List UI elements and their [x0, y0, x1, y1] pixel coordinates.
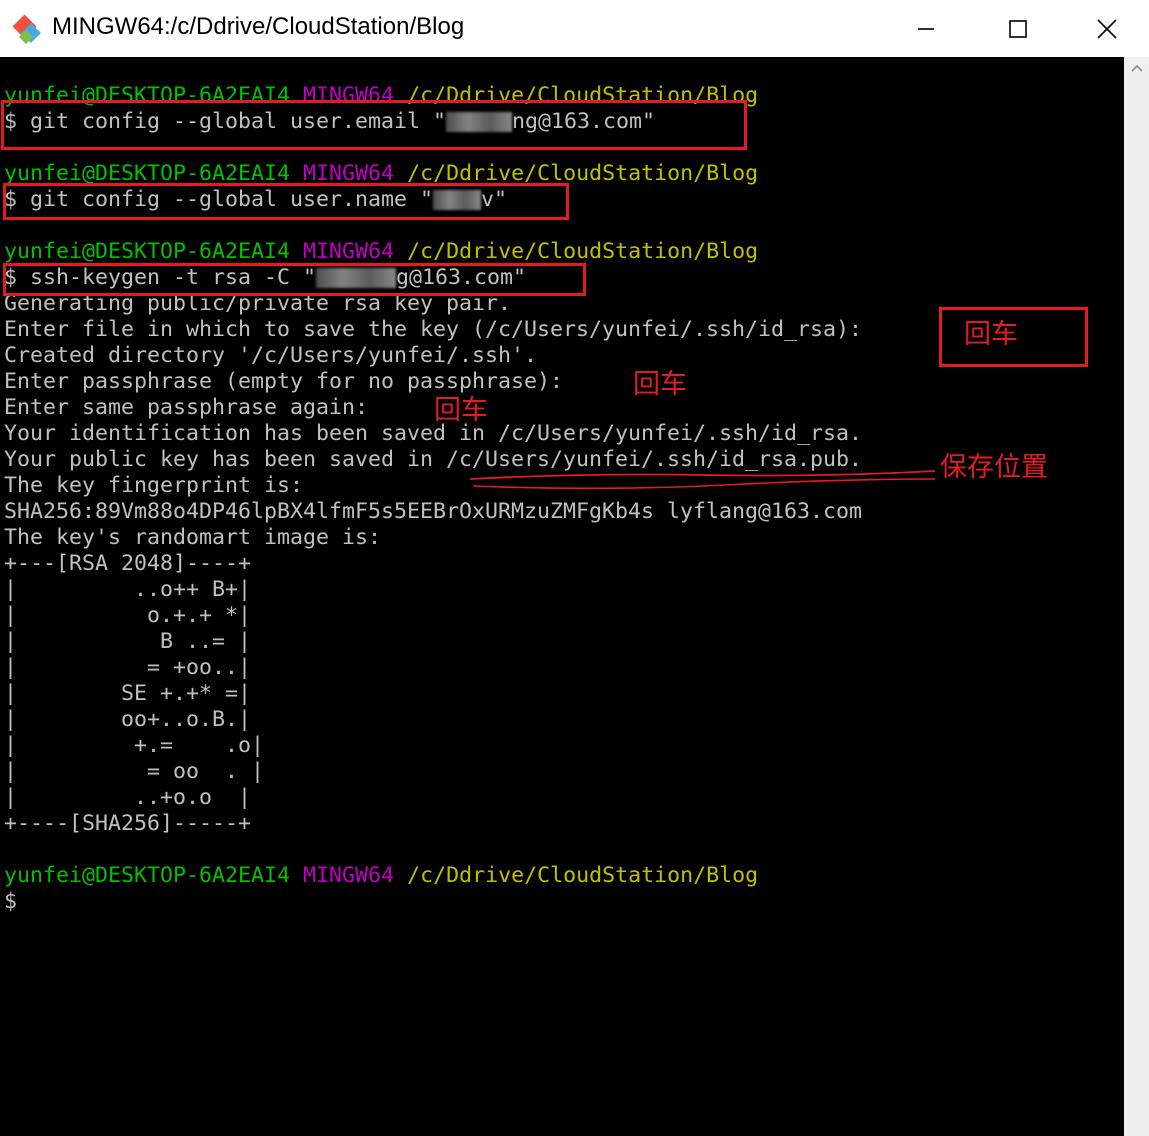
prompt-line: yunfei@DESKTOP-6A2EAI4 MINGW64 /c/Ddrive…: [4, 239, 759, 264]
vertical-scrollbar[interactable]: [1124, 57, 1149, 1136]
highlight-box-email: [1, 100, 747, 150]
close-button[interactable]: [1064, 0, 1149, 57]
current-prompt: $: [4, 889, 18, 914]
randomart-line: | ..o++ B+|: [4, 577, 252, 602]
highlight-box-name: [3, 183, 569, 220]
maximize-button[interactable]: [972, 0, 1064, 57]
terminal-output[interactable]: yunfei@DESKTOP-6A2EAI4 MINGW64 /c/Ddrive…: [0, 57, 1124, 1136]
close-icon: [1096, 18, 1117, 39]
randomart-line: +----[SHA256]-----+: [4, 811, 252, 836]
minimize-button[interactable]: [880, 0, 972, 57]
maximize-icon: [1009, 19, 1027, 38]
randomart-line: | ..+o.o |: [4, 785, 252, 810]
window-title: MINGW64:/c/Ddrive/CloudStation/Blog: [52, 13, 465, 40]
chevron-up-icon: [1130, 64, 1143, 72]
randomart-line: | oo+..o.B.|: [4, 707, 252, 732]
minimize-icon: [918, 27, 934, 30]
highlight-box-keygen: [3, 263, 586, 296]
output-line: Enter file in which to save the key (/c/…: [4, 317, 863, 342]
prompt-line: yunfei@DESKTOP-6A2EAI4 MINGW64 /c/Ddrive…: [4, 863, 759, 888]
annotation-enter-2: 回车: [633, 369, 687, 400]
annotation-enter-3: 回车: [434, 395, 488, 426]
randomart-line: +---[RSA 2048]----+: [4, 551, 252, 576]
underline-scribble: [469, 470, 936, 490]
randomart-line: | = oo . |: [4, 759, 265, 784]
title-bar[interactable]: MINGW64:/c/Ddrive/CloudStation/Blog: [0, 0, 1149, 57]
output-line: SHA256:89Vm88o4DP46lpBX4lfmF5s5EEBrOxURM…: [4, 499, 863, 524]
randomart-line: | +.= .o|: [4, 733, 265, 758]
annotation-save-location: 保存位置: [940, 452, 1048, 483]
scroll-up-button[interactable]: [1124, 57, 1149, 79]
randomart-line: | SE +.+* =|: [4, 681, 252, 706]
output-line: Created directory '/c/Users/yunfei/.ssh'…: [4, 343, 538, 368]
randomart-line: | B ..= |: [4, 629, 252, 654]
randomart-line: | = +oo..|: [4, 655, 252, 680]
git-bash-icon: [12, 14, 41, 45]
output-line: The key's randomart image is:: [4, 525, 382, 550]
annotation-enter-1: 回车: [964, 319, 1018, 350]
randomart-line: | o.+.+ *|: [4, 603, 252, 628]
